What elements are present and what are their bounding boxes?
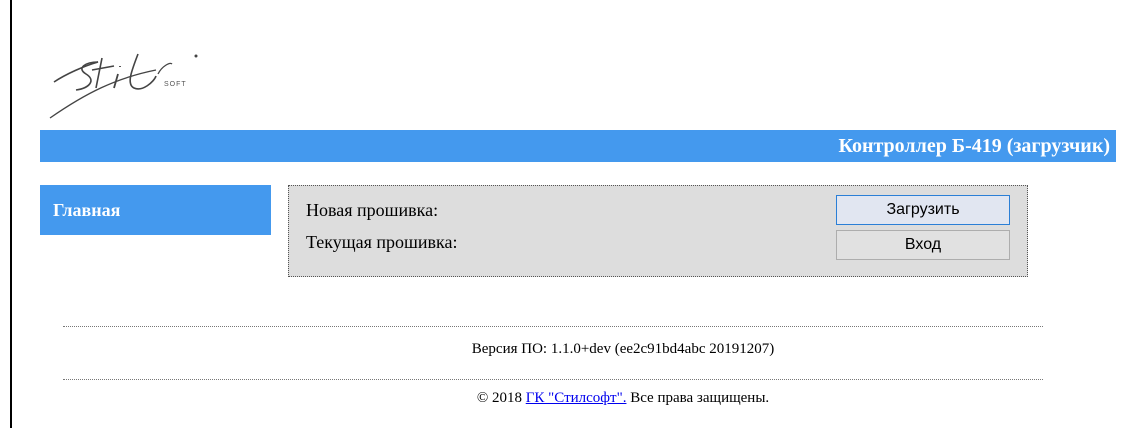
stilsoft-logo-icon: SOFT bbox=[49, 53, 198, 119]
copyright: © 2018 ГК "Стилсофт". Все права защищены… bbox=[0, 390, 1136, 407]
copyright-suffix: Все права защищены. bbox=[626, 390, 770, 406]
divider-bottom bbox=[63, 379, 1043, 380]
page-title: Контроллер Б-419 (загрузчик) bbox=[838, 135, 1110, 157]
new-firmware-label: Новая прошивка: bbox=[306, 200, 439, 220]
svg-text:SOFT: SOFT bbox=[164, 81, 187, 88]
firmware-panel: Новая прошивка: Текущая прошивка: Загруз… bbox=[288, 185, 1028, 277]
divider-top bbox=[63, 326, 1043, 327]
left-border-line bbox=[10, 0, 12, 428]
copyright-prefix: © 2018 bbox=[476, 390, 526, 406]
version-label: Версия ПО: 1.1.0+dev (ee2c91bd4abc 20191… bbox=[471, 341, 775, 357]
version-text: Версия ПО: 1.1.0+dev (ee2c91bd4abc 20191… bbox=[0, 341, 1136, 358]
company-link[interactable]: ГК "Стилсофт". bbox=[526, 390, 627, 406]
nav-item-main[interactable]: Главная bbox=[40, 185, 271, 235]
login-button[interactable]: Вход bbox=[836, 230, 1010, 260]
header-bar: Контроллер Б-419 (загрузчик) bbox=[40, 130, 1116, 162]
current-firmware-label: Текущая прошивка: bbox=[306, 232, 458, 252]
nav-item-main-label: Главная bbox=[53, 200, 121, 220]
upload-button[interactable]: Загрузить bbox=[836, 195, 1010, 225]
